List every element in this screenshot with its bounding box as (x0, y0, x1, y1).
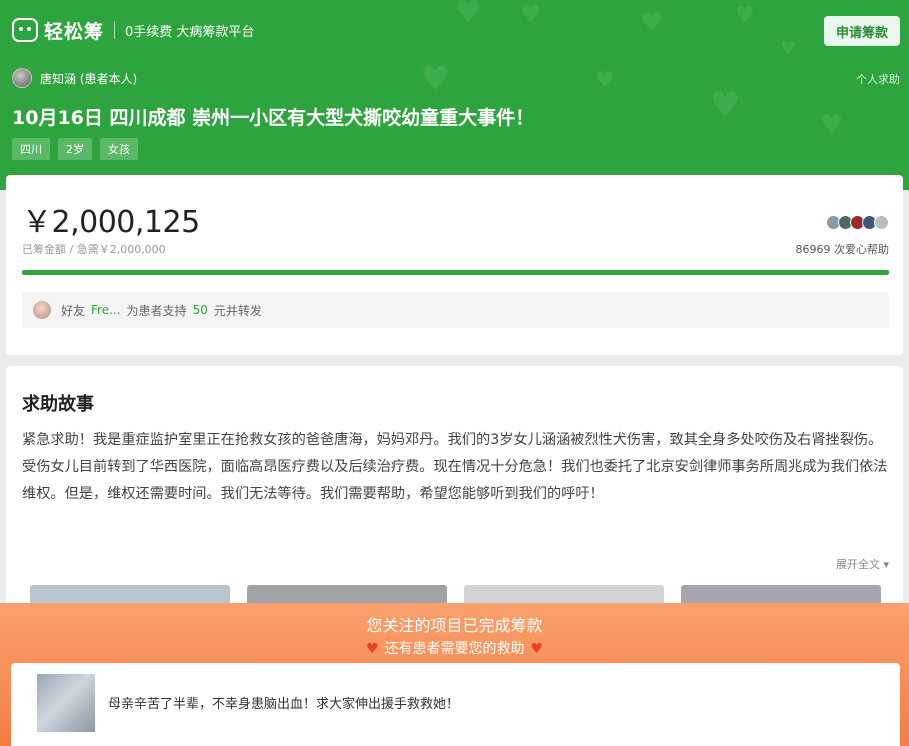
apply-fundraising-button[interactable]: 申请筹款 (824, 16, 900, 46)
friend-name: Fre... (91, 303, 121, 317)
top-bar: 轻松筹 0手续费 大病筹款平台 (12, 14, 254, 46)
friend-suffix: 元并转发 (213, 303, 262, 318)
patient-name: 唐知涵 (患者本人) (40, 71, 138, 86)
tag-age: 2岁 (58, 138, 92, 160)
heart-decoration: ♥ (735, 3, 755, 28)
help-type-label: 个人求助 (856, 73, 900, 86)
target-amount: 已筹金额 / 急需￥2,000,000 (22, 243, 166, 256)
friend-prefix: 好友 (61, 303, 86, 318)
heart-decoration: ♥ (780, 38, 797, 59)
story-text: 紧急求助！我是重症监护室里正在抢救女孩的爸爸唐海，妈妈邓丹。我们的3岁女儿涵涵被… (22, 432, 888, 502)
avatar (33, 301, 51, 319)
tag-gender: 女孩 (100, 138, 138, 160)
page-title: 10月16日 四川成都 崇州一小区有大型犬撕咬幼童重大事件！ (12, 107, 535, 129)
logo-text[interactable]: 轻松筹 (44, 17, 104, 44)
donor-count[interactable]: 86969 次爱心帮助 (796, 241, 890, 257)
heart-decoration: ♥ (710, 85, 741, 125)
heart-icon: ♥ (530, 641, 544, 657)
friend-middle: 为患者支持 (126, 303, 187, 318)
project-header: ♥ ♥ ♥ ♥ ♥ ♥ ♥ ♥ ♥ 轻松筹 0手续费 大病筹款平台 申请筹款 唐… (0, 0, 909, 190)
recommended-project-image (37, 674, 95, 732)
donor-avatars[interactable] (826, 215, 889, 230)
progress-fill (22, 270, 889, 275)
heart-icon: ♥ (365, 641, 379, 657)
completion-subtitle-line: ♥ 还有患者需要您的救助 ♥ (0, 638, 909, 658)
expand-full-text-link[interactable]: 展开全文 ▾ (836, 556, 889, 572)
completion-title: 您关注的项目已完成筹款 (366, 616, 543, 635)
heart-decoration: ♥ (595, 68, 615, 93)
logo-icon (12, 18, 38, 42)
donor-count-number: 86969 (795, 243, 831, 256)
divider (114, 21, 116, 39)
funding-card: ￥2,000,125 已筹金额 / 急需￥2,000,000 86969 次爱心… (6, 175, 903, 355)
recommended-project-card[interactable]: 母亲辛苦了半辈，不幸身患脑出血！求大家伸出援手救救她！ (11, 663, 900, 746)
avatar (874, 215, 889, 230)
heart-decoration: ♥ (455, 0, 482, 30)
patient-line: 唐知涵 (患者本人) (12, 68, 137, 88)
story-title: 求助故事 (22, 394, 94, 415)
donor-count-suffix: 次爱心帮助 (834, 243, 889, 256)
completion-subtitle: 还有患者需要您的救助 (384, 641, 525, 657)
friend-support-notice[interactable]: 好友 Fre... 为患者支持 50 元并转发 (22, 292, 889, 328)
heart-decoration: ♥ (420, 59, 451, 99)
heart-decoration: ♥ (640, 8, 664, 38)
slogan: 0手续费 大病筹款平台 (125, 24, 255, 40)
heart-decoration: ♥ (520, 0, 542, 28)
tag-location: 四川 (12, 138, 50, 160)
friend-amount: 50 (192, 303, 208, 317)
recommended-project-title: 母亲辛苦了半辈，不幸身患脑出血！求大家伸出援手救救她！ (108, 697, 460, 712)
progress-bar (22, 270, 889, 275)
raised-amount: ￥2,000,125 (22, 205, 200, 240)
heart-decoration: ♥ (820, 110, 844, 140)
avatar[interactable] (12, 68, 32, 88)
completion-banner: 您关注的项目已完成筹款 ♥ 还有患者需要您的救助 ♥ 母亲辛苦了半辈，不幸身患脑出血… (0, 603, 909, 746)
tag-list: 四川 2岁 女孩 (12, 138, 138, 160)
